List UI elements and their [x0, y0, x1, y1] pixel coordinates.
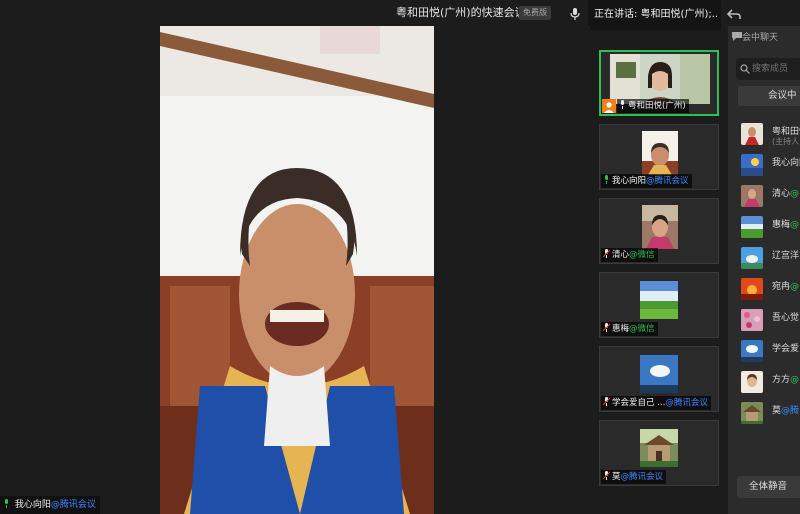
avatar	[741, 402, 763, 424]
speaking-indicator: 正在讲话: 粤和田悦(广州);...	[588, 0, 721, 30]
tab-in-meeting[interactable]: 会议中	[738, 86, 800, 106]
video-tile[interactable]: 惠梅@微信	[599, 272, 719, 338]
participant-name: 清心@	[772, 189, 800, 199]
microphone-muted-icon	[603, 397, 610, 406]
microphone-icon	[5, 499, 8, 508]
video-tile[interactable]: 清心@微信	[599, 198, 719, 264]
tile-name: 清心	[612, 250, 630, 260]
participant-name: 辽宫洋	[772, 251, 800, 261]
search-icon	[740, 64, 750, 74]
mute-all-button[interactable]: 全体静音	[737, 476, 800, 498]
list-item[interactable]: 方方@	[728, 368, 800, 400]
search-input[interactable]	[752, 58, 800, 80]
participant-name: 方方@	[772, 375, 800, 385]
speaking-text: 正在讲话: 粤和田悦(广州);...	[594, 9, 719, 20]
video-tile[interactable]: 莫@腾讯会议	[599, 420, 719, 486]
chat-tab-label: 会中聊天	[742, 33, 779, 43]
participant-name: 吾心觉	[772, 313, 800, 323]
avatar	[741, 371, 763, 393]
avatar	[741, 278, 763, 300]
main-video-area: 我心向阳@腾讯会议	[0, 26, 590, 514]
participant-name: 宛冉@	[772, 282, 800, 292]
tile-name: 莫	[612, 472, 621, 482]
video-tiles-list: 粤和田悦(广州) 我心向阳@腾讯会议 清心@微信 惠梅@微信 学会爱自己 ...…	[594, 44, 724, 494]
tile-video	[642, 205, 678, 249]
member-search[interactable]	[736, 58, 800, 80]
tile-name: 惠梅	[612, 324, 630, 334]
tile-video	[610, 54, 710, 104]
avatar	[741, 154, 763, 176]
tile-label: 粤和田悦(广州)	[617, 99, 689, 113]
tile-avatar	[640, 355, 678, 393]
main-video-name-tag: 我心向阳@腾讯会议	[0, 496, 100, 514]
participant-role: (主持人	[772, 137, 800, 146]
main-video-name: 我心向阳	[14, 500, 51, 510]
list-item[interactable]: 莫@腾	[728, 399, 800, 431]
tile-label: 莫@腾讯会议	[601, 470, 667, 484]
avatar	[741, 247, 763, 269]
list-item[interactable]: 宛冉@	[728, 275, 800, 307]
tile-source: @腾讯会议	[620, 472, 664, 482]
tile-name: 粤和田悦(广州)	[628, 101, 686, 111]
back-arrow-icon[interactable]	[727, 7, 741, 21]
members-panel: 会中聊天 会议中 粤和田悦 (主持人 我心向阳 清心@ 惠梅@ 辽宫洋	[728, 26, 800, 514]
tile-source: @腾讯会议	[646, 176, 689, 186]
tile-source: @腾讯会议	[665, 398, 708, 408]
avatar	[741, 309, 763, 331]
edition-badge: 免费版	[519, 6, 551, 20]
title-bar: 粤和田悦(广州)的快速会议 免费版 正在讲话: 粤和田悦(广州);...	[0, 0, 800, 30]
tile-avatar	[640, 429, 678, 467]
avatar	[741, 123, 763, 145]
list-item[interactable]: 吾心觉	[728, 306, 800, 338]
microphone-icon	[621, 100, 624, 109]
avatar	[741, 185, 763, 207]
main-video-source: @腾讯会议	[50, 500, 96, 510]
participant-name: 学会爱	[772, 344, 800, 354]
microphone-muted-icon	[603, 249, 610, 258]
microphone-muted-icon	[603, 323, 610, 332]
tile-label: 我心向阳@腾讯会议	[601, 174, 692, 188]
tile-name: 我心向阳	[612, 176, 647, 186]
tile-source: @微信	[629, 250, 655, 260]
participant-name: 惠梅@	[772, 220, 800, 230]
video-tile[interactable]: 粤和田悦(广州)	[599, 50, 719, 116]
chat-tab[interactable]: 会中聊天	[732, 28, 778, 48]
tile-label: 清心@微信	[601, 248, 658, 262]
meeting-title: 粤和田悦(广州)的快速会议	[396, 6, 526, 19]
list-item[interactable]: 清心@	[728, 182, 800, 214]
participant-name: 我心向阳	[772, 158, 800, 168]
list-item[interactable]: 粤和田悦 (主持人	[728, 120, 800, 152]
tile-label: 学会爱自己 ...@腾讯会议	[601, 396, 711, 410]
tile-avatar	[640, 281, 678, 319]
participant-name: 莫@腾	[772, 406, 800, 416]
microphone-icon	[605, 175, 608, 184]
list-item[interactable]: 学会爱	[728, 337, 800, 369]
video-tile[interactable]: 我心向阳@腾讯会议	[599, 124, 719, 190]
avatar	[741, 340, 763, 362]
chat-icon	[732, 32, 742, 41]
microphone-muted-icon	[603, 471, 610, 480]
tile-name: 学会爱自己 ...	[612, 398, 666, 408]
video-tile[interactable]: 学会爱自己 ...@腾讯会议	[599, 346, 719, 412]
list-item[interactable]: 辽宫洋	[728, 244, 800, 276]
list-item[interactable]: 我心向阳	[728, 151, 800, 183]
main-video[interactable]	[160, 26, 434, 514]
video-feed-image	[160, 26, 434, 514]
microphone-icon[interactable]	[569, 7, 581, 21]
tile-label: 惠梅@微信	[601, 322, 658, 336]
host-icon	[602, 99, 616, 113]
list-item[interactable]: 惠梅@	[728, 213, 800, 245]
tile-source: @微信	[629, 324, 655, 334]
tile-video	[642, 131, 678, 175]
avatar	[741, 216, 763, 238]
